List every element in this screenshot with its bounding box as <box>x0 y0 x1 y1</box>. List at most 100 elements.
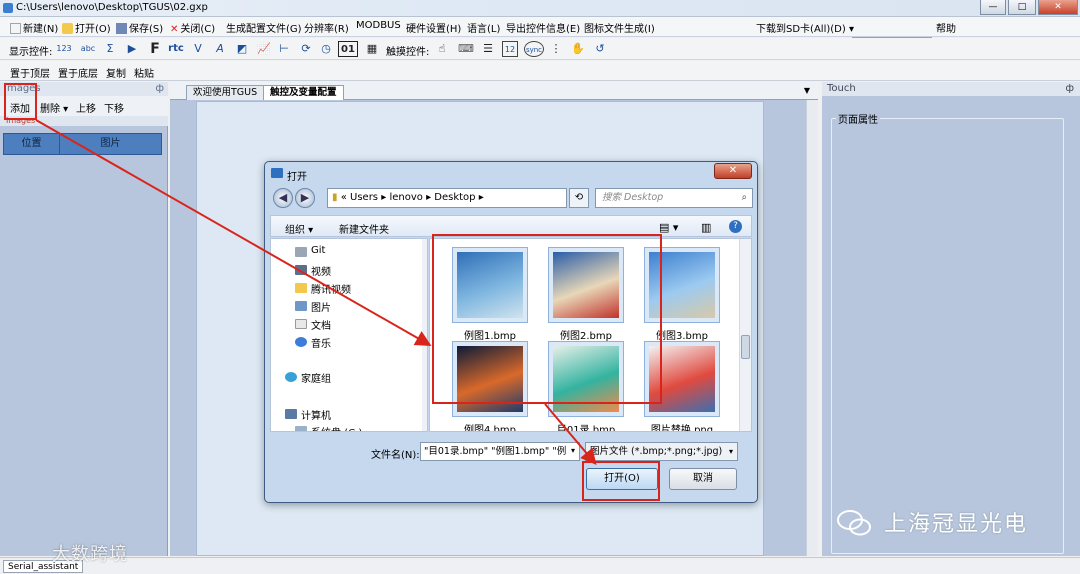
nav-computer[interactable]: 计算机 <box>301 407 331 422</box>
filename-dropdown-icon[interactable]: ▾ <box>571 446 575 455</box>
app-icon <box>3 3 13 13</box>
menu-icon-gen[interactable]: 图标文件生成(I) <box>584 20 655 35</box>
nav-homegroup[interactable]: 家庭组 <box>301 370 331 385</box>
file-name[interactable]: 目01录.bmp <box>538 421 634 431</box>
preview-pane-icon[interactable]: ▥ <box>701 221 711 234</box>
delete-image-button[interactable]: 删除 ▾ <box>40 100 68 115</box>
text-display-icon[interactable]: abc <box>80 41 96 57</box>
menu-new[interactable]: 新建(N) <box>10 20 58 35</box>
nav-documents[interactable]: 文档 <box>311 317 331 332</box>
pin-icon[interactable]: ф <box>155 82 164 96</box>
tabs-dropdown-icon[interactable]: ▼ <box>804 86 810 95</box>
music-folder-icon <box>295 337 307 347</box>
drag-hand-icon[interactable]: ✋ <box>570 41 586 57</box>
nav-tencent-video[interactable]: 腾讯视频 <box>311 281 351 296</box>
menu-resolution[interactable]: 分辨率(R) <box>304 20 349 35</box>
input-number-icon[interactable]: 12 <box>502 41 518 57</box>
scrollbar-thumb[interactable] <box>741 335 750 359</box>
column-position[interactable]: 位置 <box>4 134 60 154</box>
display-controls-label: 显示控件: <box>9 47 53 58</box>
cancel-button[interactable]: 取消 <box>669 468 737 490</box>
close-button[interactable]: ✕ <box>1038 0 1078 15</box>
nav-git[interactable]: Git <box>311 245 325 256</box>
variable-v-icon[interactable]: V <box>190 41 206 57</box>
back-icon[interactable]: ◀ <box>273 188 293 208</box>
menu-list-icon[interactable]: ☰ <box>480 41 496 57</box>
menu-hardware[interactable]: 硬件设置(H) <box>406 20 461 35</box>
view-icon[interactable]: ▤ ▾ <box>659 221 678 234</box>
number-display-icon[interactable]: 123 <box>56 41 72 57</box>
minimize-button[interactable]: — <box>980 0 1006 15</box>
tab-touch-config[interactable]: 触控及变量配置 <box>263 85 344 100</box>
menu-save[interactable]: 保存(S) <box>116 20 163 35</box>
file-type-filter[interactable]: 图片文件 (*.bmp;*.png;*.jpg) ▾ <box>585 442 738 461</box>
file-type-filter-label: 图片文件 (*.bmp;*.png;*.jpg) <box>590 446 723 457</box>
address-desktop[interactable]: Desktop <box>434 192 475 203</box>
search-icon[interactable]: ⌕ <box>742 189 747 207</box>
file-list-scrollbar[interactable] <box>739 239 751 431</box>
dialog-close-button[interactable]: ✕ <box>714 163 752 179</box>
variable-icon[interactable]: Σ <box>102 41 118 57</box>
art-text-icon[interactable]: A <box>212 41 228 57</box>
touch-hand-icon[interactable]: ☝ <box>434 41 450 57</box>
rtc-icon[interactable]: rtc <box>166 41 186 57</box>
font-icon[interactable]: F <box>147 41 163 57</box>
chevron-right-icon[interactable]: ▸ <box>479 192 484 203</box>
navigation-scrollbar[interactable] <box>422 239 427 431</box>
nav-pictures[interactable]: 图片 <box>311 299 331 314</box>
organize-menu[interactable]: 组织 ▾ <box>285 221 313 236</box>
copy-button[interactable]: 复制 <box>106 65 126 80</box>
address-lenovo[interactable]: lenovo <box>389 192 422 203</box>
new-folder-button[interactable]: 新建文件夹 <box>339 221 389 236</box>
forward-icon[interactable]: ▶ <box>295 188 315 208</box>
menu-help[interactable]: 帮助 <box>936 20 956 35</box>
move-up-button[interactable]: 上移 <box>76 100 96 115</box>
menu-generate-config[interactable]: 生成配置文件(G) <box>226 20 302 35</box>
close-x-icon: ✕ <box>170 24 179 35</box>
pin-icon[interactable]: ф <box>1065 82 1074 96</box>
clock-icon[interactable]: ◷ <box>318 41 334 57</box>
chevron-right-icon[interactable]: ▸ <box>381 192 386 203</box>
keyboard-icon[interactable]: ⌨ <box>456 41 476 57</box>
binary-icon[interactable]: 01 <box>338 41 358 57</box>
send-to-back-button[interactable]: 置于底层 <box>58 65 98 80</box>
bring-to-front-button[interactable]: 置于顶层 <box>10 65 50 80</box>
progress-icon[interactable]: ⊢ <box>276 41 292 57</box>
address-bar[interactable]: ▮ « Users ▸ lenovo ▸ Desktop ▸ <box>327 188 567 208</box>
filename-input[interactable]: "目01录.bmp" "例图1.bmp" "例 <box>420 442 580 461</box>
qrcode-icon[interactable]: ▦ <box>364 41 380 57</box>
column-image[interactable]: 图片 <box>60 134 161 154</box>
address-users[interactable]: Users <box>350 192 378 203</box>
maximize-button[interactable]: □ <box>1008 0 1036 15</box>
help-icon[interactable]: ? <box>729 220 742 233</box>
move-down-button[interactable]: 下移 <box>104 100 124 115</box>
tab-welcome[interactable]: 欢迎使用TGUS <box>186 85 265 100</box>
menu-close[interactable]: ✕ 关闭(C) <box>170 20 215 35</box>
curve-icon[interactable]: 📈 <box>256 41 272 57</box>
annotation-box-files <box>432 234 662 404</box>
refresh-icon[interactable]: ⟲ <box>569 188 589 208</box>
window-title: C:\Users\lenovo\Desktop\TGUS\02.gxp <box>16 2 208 13</box>
canvas-scrollbar[interactable] <box>806 100 818 556</box>
nav-videos[interactable]: 视频 <box>311 263 331 278</box>
menu-export[interactable]: 导出控件信息(E) <box>506 20 580 35</box>
paste-button[interactable]: 粘贴 <box>134 65 154 80</box>
nav-system-drive[interactable]: 系统盘 (C:) <box>311 424 362 431</box>
menu-open[interactable]: 打开(O) <box>62 20 111 35</box>
animation-icon[interactable]: ▶ <box>124 41 140 57</box>
sync-icon[interactable]: sync <box>524 41 544 57</box>
slider-icon[interactable]: ⋮ <box>548 41 564 57</box>
search-input[interactable]: 搜索 Desktop ⌕ <box>595 188 753 208</box>
menu-modbus[interactable]: MODBUS <box>356 20 401 31</box>
chevron-right-icon[interactable]: ▸ <box>426 192 431 203</box>
gesture-icon[interactable]: ↺ <box>592 41 608 57</box>
menu-download[interactable]: 下载到SD卡(All)(D) ▾ <box>756 20 854 35</box>
nav-music[interactable]: 音乐 <box>311 335 331 350</box>
address-overflow[interactable]: « <box>341 192 347 203</box>
homegroup-icon <box>285 372 297 382</box>
menu-language[interactable]: 语言(L) <box>467 20 500 35</box>
rotate-icon[interactable]: ⟳ <box>298 41 314 57</box>
file-name[interactable]: 图片替换.png <box>634 421 730 431</box>
file-name[interactable]: 例图4.bmp <box>442 421 538 431</box>
icon-display-icon[interactable]: ◩ <box>234 41 250 57</box>
